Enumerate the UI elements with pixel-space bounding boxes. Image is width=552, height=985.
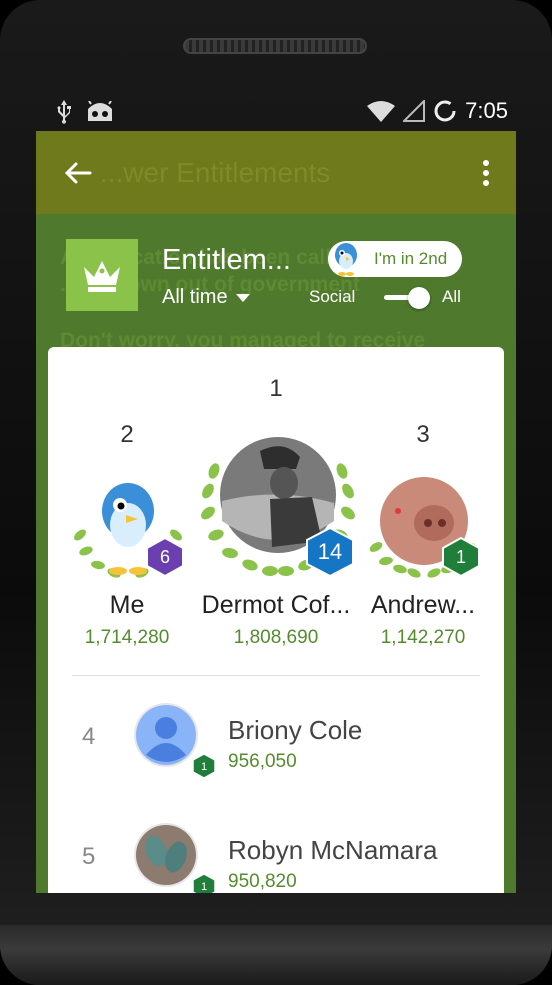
- row-score: 956,050: [228, 751, 297, 772]
- wifi-icon: [367, 101, 396, 122]
- player-avatar-icon: [335, 243, 357, 276]
- level-badge-icon: 1: [192, 873, 216, 893]
- leaderboard-header: Entitlem... All time I'm in 2nd Social A…: [36, 214, 516, 344]
- row-rank: 4: [82, 723, 96, 750]
- level-number: 1: [456, 547, 466, 567]
- podium-name: Andrew...: [370, 591, 476, 619]
- sync-icon: [434, 100, 456, 122]
- podium-first[interactable]: 1: [216, 375, 336, 403]
- status-time: 7:05: [465, 98, 508, 123]
- app-bar: ...wer Entitlements: [36, 131, 516, 214]
- level-badge-icon: 1: [192, 753, 216, 779]
- podium-score: 1,808,690: [233, 627, 319, 648]
- dropdown-arrow-icon: [235, 293, 250, 302]
- level-badge-icon: 6: [146, 537, 184, 577]
- row-score: 950,820: [228, 871, 297, 892]
- level-number: 14: [318, 539, 342, 564]
- signal-icon: [403, 100, 426, 122]
- divider: [72, 675, 480, 676]
- podium-third[interactable]: 3: [364, 421, 482, 449]
- overflow-menu-icon[interactable]: [482, 159, 490, 187]
- level-number: 6: [160, 547, 170, 567]
- podium-second[interactable]: 2: [68, 421, 186, 449]
- social-all-toggle[interactable]: [380, 287, 430, 309]
- podium-place: 2: [120, 421, 134, 448]
- podium-score: 1,142,270: [380, 627, 466, 648]
- row-name: Briony Cole: [228, 715, 363, 745]
- level-badge-icon: 14: [306, 527, 354, 577]
- back-arrow-icon[interactable]: [62, 157, 94, 189]
- timeframe-dropdown[interactable]: All time: [162, 286, 250, 309]
- ghost-title: ...wer Entitlements: [100, 157, 331, 188]
- podium-score: 1,714,280: [84, 627, 170, 648]
- podium-place: 1: [269, 375, 283, 402]
- all-label: All: [442, 287, 461, 306]
- speaker-grill: [183, 38, 367, 54]
- status-bar: 7:05: [36, 92, 516, 130]
- podium-name: Me: [109, 591, 145, 619]
- row-name: Robyn McNamara: [228, 835, 438, 865]
- leaderboard-icon: [66, 239, 138, 311]
- leaderboard-card: 2 6 Me 1,714,280 1 14 Dermot Cof... 1,80…: [48, 347, 504, 893]
- app-screen: ...wer Entitlements A notification has b…: [36, 131, 516, 893]
- android-icon: [88, 101, 112, 121]
- toggle-thumb: [408, 287, 430, 309]
- timeframe-label: All time: [162, 286, 228, 308]
- my-rank-pill[interactable]: I'm in 2nd: [328, 241, 462, 277]
- podium-name: Dermot Cof...: [201, 591, 351, 619]
- leaderboard-row[interactable]: 5 1 Robyn McNamara 950,820: [48, 807, 504, 893]
- leaderboard-title: Entitlem...: [162, 244, 291, 276]
- social-label: Social: [309, 287, 356, 306]
- level-number: 1: [201, 761, 207, 773]
- bottom-bezel: [0, 925, 552, 985]
- crown-icon: [84, 261, 120, 292]
- my-rank-label: I'm in 2nd: [374, 249, 448, 268]
- leaderboard-row[interactable]: 4 1 Briony Cole 956,050: [48, 687, 504, 787]
- level-number: 1: [201, 881, 207, 893]
- usb-icon: [57, 100, 71, 124]
- podium-place: 3: [416, 421, 430, 448]
- level-badge-icon: 1: [442, 537, 480, 577]
- row-rank: 5: [82, 843, 96, 870]
- phone-frame: 7:05 ...wer Entitlements A notification …: [0, 0, 552, 985]
